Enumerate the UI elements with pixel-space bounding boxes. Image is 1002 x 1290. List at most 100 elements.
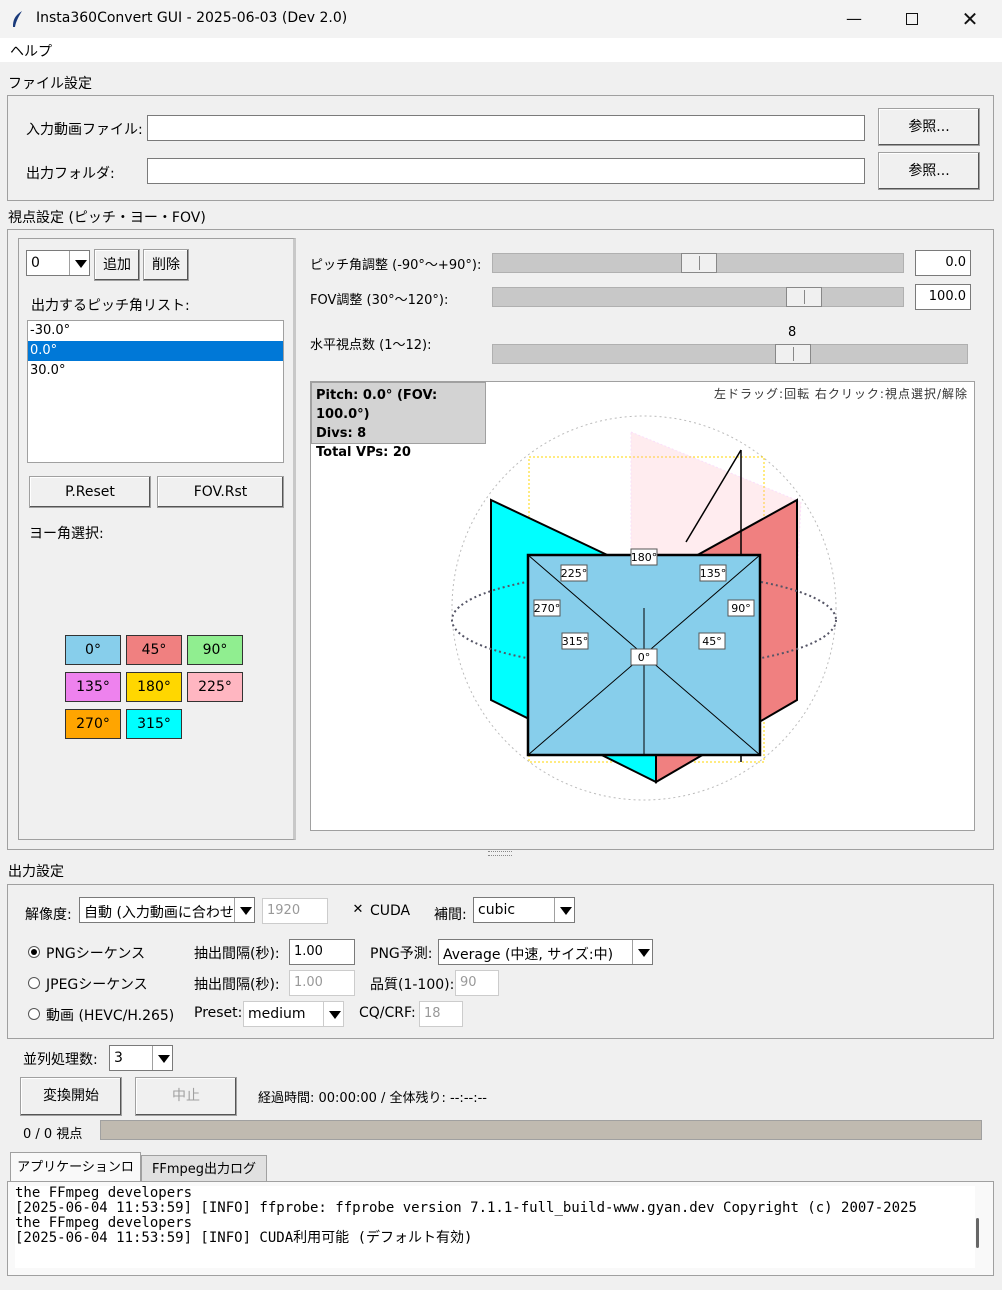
elapsed-time: 経過時間: 00:00:00 / 全体残り: --:--:-- [258, 1091, 487, 1106]
yaw-button[interactable]: 315° [126, 709, 182, 739]
window-title: Insta360Convert GUI - 2025-06-03 (Dev 2.… [36, 10, 348, 26]
preview-info-total: Total VPs: 20 [316, 445, 411, 460]
delete-pitch-button[interactable]: 削除 [143, 249, 189, 281]
quality-field[interactable]: 90 [455, 970, 499, 996]
png-label[interactable]: PNGシーケンス [46, 943, 145, 963]
preview-info-pitch: Pitch: 0.0° (FOV: 100.0°) [316, 388, 438, 422]
fov-value-field[interactable]: 100.0 [915, 284, 971, 310]
resolution-custom-field[interactable]: 1920 [262, 898, 328, 924]
log-line: [2025-06-04 11:53:59] [INFO] ffprobe: ff… [15, 1200, 917, 1216]
preset-label: Preset: [194, 1005, 243, 1021]
input-file-label: 入力動画ファイル: [26, 122, 143, 138]
fov-slider[interactable] [492, 287, 904, 307]
title-bar: Insta360Convert GUI - 2025-06-03 (Dev 2.… [0, 0, 1002, 38]
pane-sash[interactable] [488, 851, 512, 856]
video-label[interactable]: 動画 (HEVC/H.265) [46, 1005, 174, 1025]
fov-reset-button[interactable]: FOV.Rst [157, 476, 284, 508]
interp-label: 補間: [434, 907, 467, 923]
hdiv-slider-thumb[interactable] [775, 344, 811, 364]
preview-info-box: Pitch: 0.0° (FOV: 100.0°) Divs: 8 Total … [311, 382, 486, 460]
pitch-slider[interactable] [492, 253, 904, 273]
crf-field[interactable]: 18 [419, 1001, 463, 1027]
start-convert-button[interactable]: 変換開始 [20, 1077, 122, 1116]
viewpoint-settings-title: 視点設定 (ピッチ・ヨー・FOV) [8, 210, 206, 226]
jpeg-radio[interactable] [28, 977, 40, 989]
tab-ffmpeg-log[interactable]: FFmpeg出力ログ [141, 1155, 267, 1182]
tab-app-log[interactable]: アプリケーションログ [10, 1152, 141, 1205]
yaw-button[interactable]: 45° [126, 635, 182, 665]
chevron-down-icon[interactable] [323, 1002, 343, 1026]
yaw-label: 135° [700, 567, 727, 580]
minimize-button[interactable]: — [826, 0, 882, 38]
log-textarea[interactable]: the FFmpeg developers [2025-06-04 11:53:5… [15, 1186, 975, 1268]
output-settings-frame: 解像度: 自動 (入力動画に合わせる) 1920 ✕ CUDA 補間: cubi… [7, 884, 994, 1039]
png-interval-field[interactable]: 1.00 [289, 939, 355, 965]
chevron-down-icon[interactable] [234, 898, 254, 922]
progress-bar [100, 1120, 982, 1140]
jpeg-label[interactable]: JPEGシーケンス [46, 974, 148, 994]
input-file-field[interactable] [147, 115, 865, 141]
quality-label: 品質(1-100): [370, 977, 455, 993]
yaw-label: 225° [561, 567, 588, 580]
parallel-combo[interactable]: 3 [109, 1045, 173, 1071]
video-radio[interactable] [28, 1008, 40, 1020]
pitch-reset-button[interactable]: P.Reset [29, 476, 151, 508]
maximize-button[interactable] [884, 0, 940, 38]
preview-info-divs: Divs: 8 [316, 426, 367, 441]
yaw-button[interactable]: 0° [65, 635, 121, 665]
hdiv-value: 8 [788, 325, 797, 340]
output-folder-field[interactable] [147, 158, 865, 184]
stop-button[interactable]: 中止 [135, 1077, 237, 1116]
yaw-button[interactable]: 180° [126, 672, 182, 702]
yaw-label: 315° [562, 635, 589, 648]
yaw-button[interactable]: 225° [187, 672, 243, 702]
yaw-label: 0° [638, 651, 651, 664]
interp-value: cubic [478, 902, 516, 918]
resolution-combo[interactable]: 自動 (入力動画に合わせる) [79, 897, 255, 923]
menu-help[interactable]: ヘルプ [10, 41, 52, 61]
chevron-down-icon[interactable] [632, 940, 652, 964]
yaw-button[interactable]: 90° [187, 635, 243, 665]
hdiv-slider[interactable] [492, 344, 968, 364]
pitch-value-field[interactable]: 0.0 [915, 250, 971, 276]
pitch-list-item[interactable]: -30.0° [28, 321, 283, 341]
preset-combo[interactable]: medium [243, 1001, 344, 1027]
jpeg-interval-field[interactable]: 1.00 [289, 970, 355, 996]
output-folder-label: 出力フォルダ: [26, 166, 115, 182]
preview-hint: 左ドラッグ:回転 右クリック:視点選択/解除 [714, 387, 968, 401]
interp-combo[interactable]: cubic [473, 897, 575, 923]
fov-slider-thumb[interactable] [786, 287, 822, 307]
yaw-button[interactable]: 270° [65, 709, 121, 739]
viewpoint-settings-frame: 0 追加 削除 出力するピッチ角リスト: -30.0° 0.0° 30.0° P.R… [7, 229, 994, 850]
yaw-label: 180° [631, 551, 658, 564]
preview-canvas[interactable]: 180° 225° 135° 270° 90° 315° 45° 0° Pitch: 0.0°… [310, 381, 975, 831]
log-line: [2025-06-04 11:53:59] [INFO] CUDA利用可能 (デ… [15, 1230, 473, 1246]
file-settings-frame: 入力動画ファイル: 参照... 出力フォルダ: 参照... [7, 95, 994, 201]
cuda-checkbox[interactable]: ✕ [352, 903, 364, 916]
jpeg-interval-label: 抽出間隔(秒): [194, 977, 280, 993]
close-button[interactable]: ✕ [942, 0, 998, 38]
chevron-down-icon[interactable] [69, 251, 89, 275]
pitch-listbox[interactable]: -30.0° 0.0° 30.0° [27, 320, 284, 463]
chevron-down-icon[interactable] [554, 898, 574, 922]
pitch-yaw-panel: 0 追加 削除 出力するピッチ角リスト: -30.0° 0.0° 30.0° P.R… [18, 238, 296, 840]
yaw-button[interactable]: 135° [65, 672, 121, 702]
chevron-down-icon[interactable] [152, 1046, 172, 1070]
input-browse-button[interactable]: 参照... [878, 108, 980, 146]
png-radio[interactable] [28, 946, 40, 958]
crf-label: CQ/CRF: [359, 1005, 416, 1021]
pitch-slider-thumb[interactable] [681, 253, 717, 273]
log-scrollbar[interactable] [976, 1218, 979, 1248]
yaw-label: 270° [534, 602, 561, 615]
fov-slider-label: FOV調整 (30°〜120°): [310, 293, 449, 308]
resolution-value: 自動 (入力動画に合わせる) [84, 905, 234, 921]
hdiv-slider-label: 水平視点数 (1〜12): [310, 338, 432, 353]
pitch-list-item[interactable]: 30.0° [28, 361, 283, 381]
pitch-list-item[interactable]: 0.0° [28, 341, 283, 361]
output-browse-button[interactable]: 参照... [878, 152, 980, 190]
pitch-combo[interactable]: 0 [26, 250, 90, 276]
add-pitch-button[interactable]: 追加 [94, 249, 140, 281]
parallel-label: 並列処理数: [23, 1052, 98, 1068]
png-pred-combo[interactable]: Average (中速, サイズ:中) [438, 939, 653, 965]
png-pred-value: Average (中速, サイズ:中) [443, 947, 614, 963]
